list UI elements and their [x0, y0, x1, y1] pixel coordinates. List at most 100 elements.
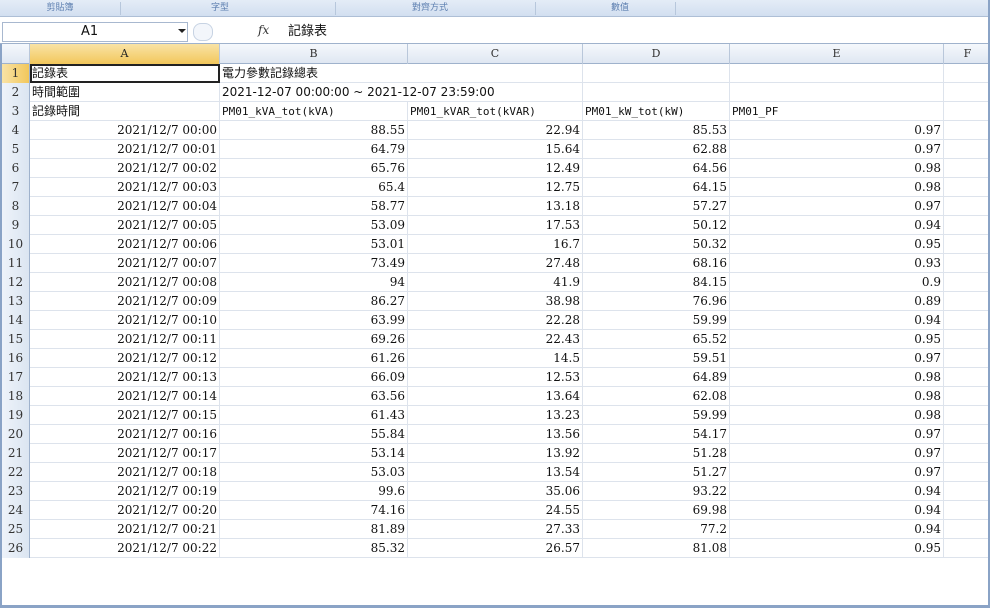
cell-a[interactable]: 2021/12/7 00:20: [30, 501, 220, 520]
cell-c[interactable]: 12.75: [408, 178, 583, 197]
cell-a[interactable]: 2021/12/7 00:11: [30, 330, 220, 349]
cell-d[interactable]: [583, 83, 730, 102]
cell-f[interactable]: [944, 197, 990, 216]
cell-d[interactable]: 50.12: [583, 216, 730, 235]
cell-d[interactable]: 84.15: [583, 273, 730, 292]
cell-f[interactable]: [944, 121, 990, 140]
cell-e[interactable]: [730, 64, 944, 83]
cell-e[interactable]: 0.94: [730, 311, 944, 330]
cell-f[interactable]: [944, 501, 990, 520]
cell-e[interactable]: 0.98: [730, 159, 944, 178]
column-header-a[interactable]: A: [30, 44, 220, 64]
cell-f[interactable]: [944, 463, 990, 482]
cell-f[interactable]: [944, 235, 990, 254]
cell-f[interactable]: [944, 292, 990, 311]
cell-c[interactable]: 12.53: [408, 368, 583, 387]
cell-a[interactable]: 2021/12/7 00:02: [30, 159, 220, 178]
cell-a[interactable]: 2021/12/7 00:14: [30, 387, 220, 406]
cell-e[interactable]: 0.98: [730, 387, 944, 406]
row-header[interactable]: 11: [2, 254, 30, 273]
cell-c[interactable]: 14.5: [408, 349, 583, 368]
row-header[interactable]: 9: [2, 216, 30, 235]
cell-e[interactable]: 0.97: [730, 463, 944, 482]
cell-e[interactable]: 0.94: [730, 482, 944, 501]
cell-e[interactable]: 0.89: [730, 292, 944, 311]
cell-b[interactable]: 86.27: [220, 292, 408, 311]
cell-f[interactable]: [944, 102, 990, 121]
cell-b[interactable]: 94: [220, 273, 408, 292]
cell-b[interactable]: 53.03: [220, 463, 408, 482]
cell-c[interactable]: 27.48: [408, 254, 583, 273]
cell-e[interactable]: 0.97: [730, 197, 944, 216]
cell-c[interactable]: 16.7: [408, 235, 583, 254]
row-header[interactable]: 13: [2, 292, 30, 311]
cell-f[interactable]: [944, 368, 990, 387]
cell-d[interactable]: [583, 64, 730, 83]
cell-e[interactable]: 0.97: [730, 444, 944, 463]
cell-d[interactable]: 51.27: [583, 463, 730, 482]
row-header[interactable]: 20: [2, 425, 30, 444]
cell-f[interactable]: [944, 539, 990, 558]
cell-b[interactable]: 74.16: [220, 501, 408, 520]
cell-a[interactable]: 2021/12/7 00:17: [30, 444, 220, 463]
cell-c[interactable]: 35.06: [408, 482, 583, 501]
cell-c[interactable]: [408, 64, 583, 83]
cell-d[interactable]: 93.22: [583, 482, 730, 501]
row-header[interactable]: 4: [2, 121, 30, 140]
cell-f[interactable]: [944, 159, 990, 178]
cell-b[interactable]: 81.89: [220, 520, 408, 539]
row-header[interactable]: 7: [2, 178, 30, 197]
cell-a[interactable]: 2021/12/7 00:13: [30, 368, 220, 387]
cell-d[interactable]: 64.15: [583, 178, 730, 197]
cell-c[interactable]: 17.53: [408, 216, 583, 235]
cell-d[interactable]: 59.99: [583, 406, 730, 425]
cell-f[interactable]: [944, 425, 990, 444]
cell-b[interactable]: 61.43: [220, 406, 408, 425]
row-header[interactable]: 1: [2, 64, 30, 83]
row-header[interactable]: 14: [2, 311, 30, 330]
cell-a[interactable]: 2021/12/7 00:18: [30, 463, 220, 482]
cell-f[interactable]: [944, 349, 990, 368]
cell-e[interactable]: 0.98: [730, 406, 944, 425]
cell-c[interactable]: 22.94: [408, 121, 583, 140]
cell-e[interactable]: PM01_PF: [730, 102, 944, 121]
cell-b[interactable]: 73.49: [220, 254, 408, 273]
cell-c[interactable]: 12.49: [408, 159, 583, 178]
select-all-corner[interactable]: [2, 44, 30, 64]
row-header[interactable]: 18: [2, 387, 30, 406]
cell-a[interactable]: 2021/12/7 00:07: [30, 254, 220, 273]
cell-a[interactable]: 2021/12/7 00:12: [30, 349, 220, 368]
cell-d[interactable]: 64.89: [583, 368, 730, 387]
row-header[interactable]: 21: [2, 444, 30, 463]
cell-b[interactable]: 53.01: [220, 235, 408, 254]
cell-f[interactable]: [944, 444, 990, 463]
cell-c[interactable]: 13.92: [408, 444, 583, 463]
cell-d[interactable]: 76.96: [583, 292, 730, 311]
cell-a[interactable]: 2021/12/7 00:19: [30, 482, 220, 501]
cell-a[interactable]: 2021/12/7 00:06: [30, 235, 220, 254]
chevron-down-icon[interactable]: [178, 29, 186, 33]
cell-f[interactable]: [944, 406, 990, 425]
cell-d[interactable]: 81.08: [583, 539, 730, 558]
cell-a[interactable]: 記錄表: [30, 64, 220, 83]
row-header[interactable]: 12: [2, 273, 30, 292]
row-header[interactable]: 6: [2, 159, 30, 178]
row-header[interactable]: 10: [2, 235, 30, 254]
cell-d[interactable]: 65.52: [583, 330, 730, 349]
cell-b[interactable]: 85.32: [220, 539, 408, 558]
cell-a[interactable]: 記錄時間: [30, 102, 220, 121]
column-header-b[interactable]: B: [220, 44, 408, 64]
cell-e[interactable]: 0.95: [730, 330, 944, 349]
cell-a[interactable]: 2021/12/7 00:00: [30, 121, 220, 140]
cell-b[interactable]: 69.26: [220, 330, 408, 349]
cell-d[interactable]: 50.32: [583, 235, 730, 254]
cell-a[interactable]: 2021/12/7 00:16: [30, 425, 220, 444]
cell-f[interactable]: [944, 311, 990, 330]
name-box[interactable]: A1: [2, 22, 188, 42]
cell-c[interactable]: 13.64: [408, 387, 583, 406]
cell-e[interactable]: [730, 83, 944, 102]
cell-f[interactable]: [944, 520, 990, 539]
row-header[interactable]: 24: [2, 501, 30, 520]
cell-b[interactable]: 53.14: [220, 444, 408, 463]
column-header-e[interactable]: E: [730, 44, 944, 64]
